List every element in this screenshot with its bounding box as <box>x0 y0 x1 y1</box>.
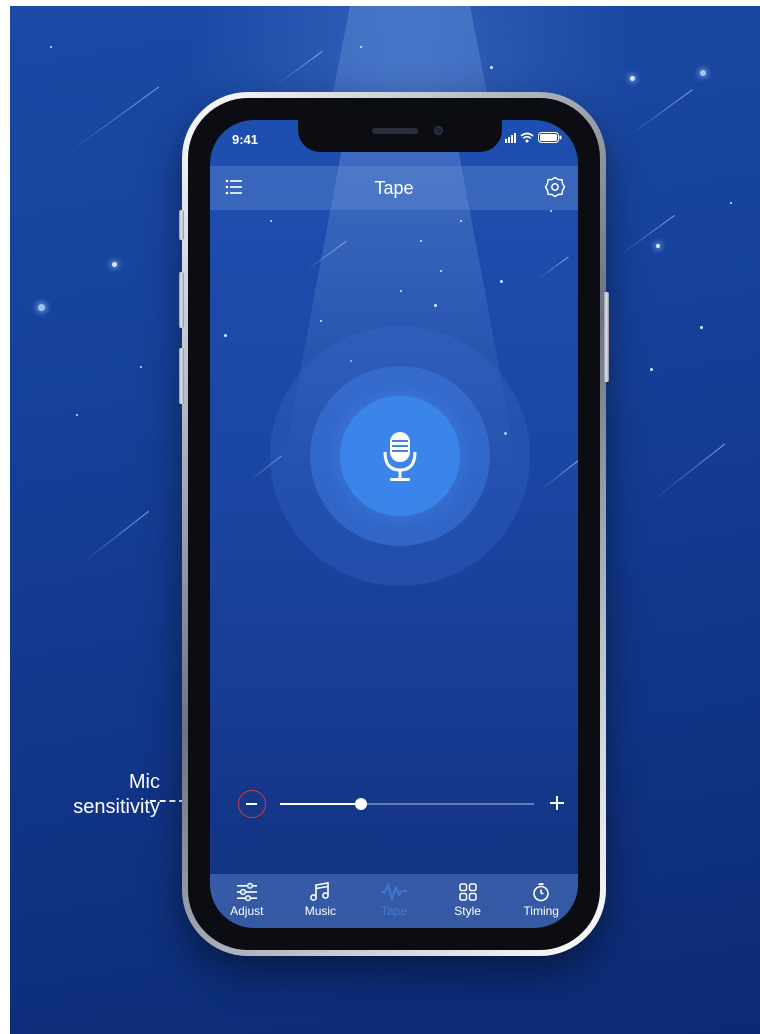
star <box>500 280 503 283</box>
meteor-streak <box>77 510 150 567</box>
star <box>730 202 732 204</box>
phone-notch <box>298 120 502 152</box>
timer-icon <box>533 883 549 902</box>
star <box>434 304 437 307</box>
star <box>550 210 552 212</box>
star <box>440 270 442 272</box>
nav-item-style[interactable]: Style <box>436 882 500 918</box>
star <box>38 304 45 311</box>
status-time: 9:41 <box>232 132 259 147</box>
plus-icon[interactable] <box>546 792 568 814</box>
earpiece-speaker <box>372 128 418 134</box>
meteor-streak <box>535 256 569 281</box>
grid-icon <box>458 883 477 901</box>
star <box>270 220 272 222</box>
slider-fill <box>280 803 362 805</box>
volume-up-button <box>179 272 184 328</box>
annotation-line-2: sensitivity <box>73 796 160 818</box>
star <box>656 244 660 248</box>
star <box>360 46 362 48</box>
star <box>320 320 322 322</box>
phone-bezel: 9:41 Tape Adjust Music Tape Style Timing <box>188 98 600 950</box>
meteor-streak <box>627 89 694 137</box>
poster-background: Mic sensitivity 9:41 Tape Adjust Music T… <box>10 6 760 1034</box>
star <box>76 414 78 416</box>
annotation-line-1: Mic <box>128 771 160 793</box>
star <box>420 240 422 242</box>
microphone-icon[interactable] <box>382 430 418 484</box>
minus-icon[interactable] <box>238 790 266 818</box>
nav-item-music[interactable]: Music <box>288 882 352 918</box>
nav-item-tape[interactable]: Tape <box>362 882 426 918</box>
meteor-streak <box>649 443 726 503</box>
star <box>700 326 703 329</box>
meteor-streak <box>539 459 578 491</box>
power-button <box>604 292 609 382</box>
tape-wave-icon <box>380 883 407 900</box>
star <box>460 220 462 222</box>
mic-sensitivity-slider[interactable] <box>210 790 578 820</box>
slider-track[interactable] <box>280 798 534 810</box>
star <box>490 66 493 69</box>
gear-icon[interactable] <box>544 176 566 198</box>
star <box>50 46 52 48</box>
star <box>224 334 227 337</box>
star <box>700 70 706 76</box>
meteor-streak <box>273 50 323 87</box>
nav-label: Tape <box>380 904 407 918</box>
volume-down-button <box>179 348 184 404</box>
music-note-icon <box>310 882 330 901</box>
nav-item-timing[interactable]: Timing <box>509 882 573 918</box>
page-title: Tape <box>374 178 414 198</box>
phone-frame: 9:41 Tape Adjust Music Tape Style Timing <box>179 92 609 956</box>
star <box>112 262 117 267</box>
meteor-streak <box>69 86 160 152</box>
star <box>650 368 653 371</box>
star <box>400 290 402 292</box>
nav-label: Timing <box>523 904 559 918</box>
front-camera <box>434 126 443 135</box>
app-screen: 9:41 Tape Adjust Music Tape Style Timing <box>210 120 578 928</box>
nav-label: Music <box>304 904 337 918</box>
nav-label: Style <box>454 904 481 918</box>
sliders-icon <box>236 882 257 902</box>
nav-item-adjust[interactable]: Adjust <box>215 882 279 918</box>
status-icons <box>505 132 562 143</box>
battery-icon <box>538 132 562 143</box>
mute-switch <box>179 210 184 240</box>
star <box>630 76 635 81</box>
signal-icon <box>505 132 516 143</box>
bottom-nav: Adjust Music Tape Style Timing <box>210 874 578 928</box>
wifi-icon <box>520 132 534 143</box>
mic-sensitivity-annotation: Mic sensitivity <box>32 770 160 820</box>
slider-thumb[interactable] <box>355 798 368 810</box>
nav-label: Adjust <box>230 904 264 918</box>
meteor-streak <box>617 214 675 257</box>
app-header: Tape <box>210 166 578 210</box>
star <box>140 366 142 368</box>
